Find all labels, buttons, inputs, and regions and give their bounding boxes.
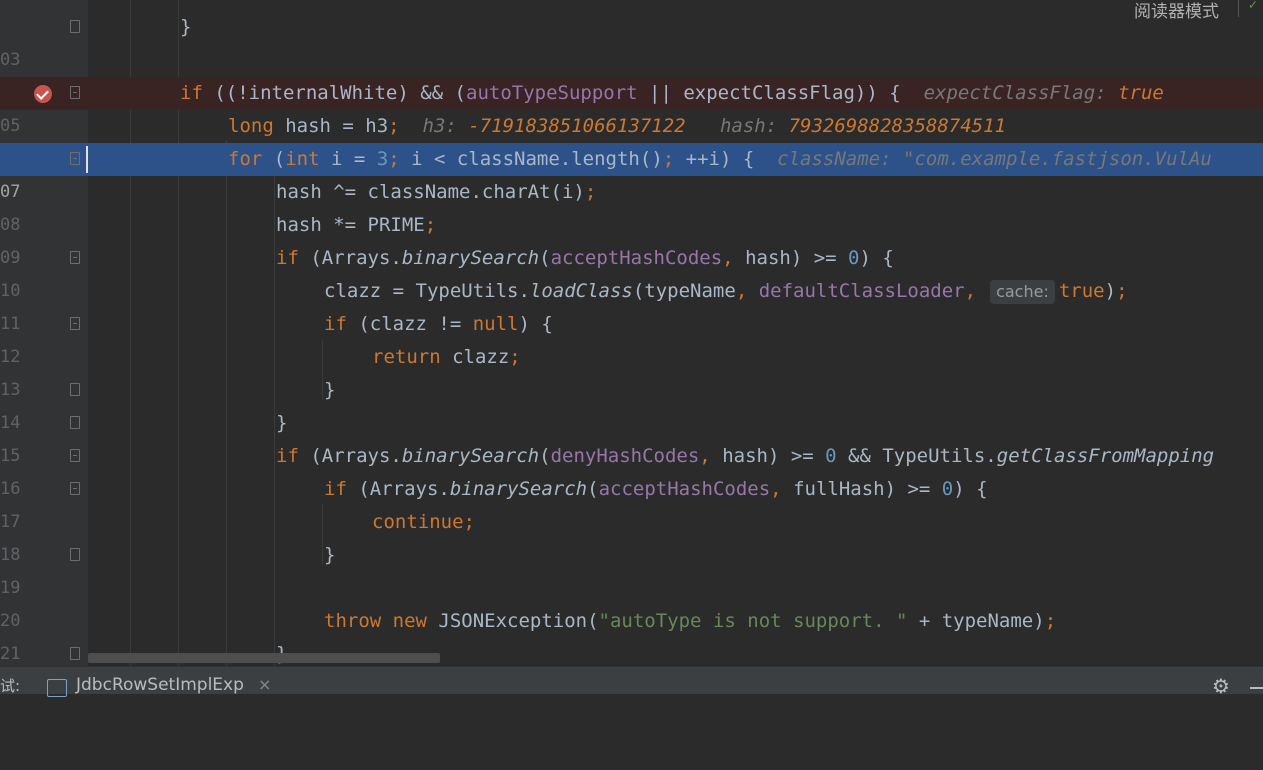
code-line[interactable]: 17 if (Arrays.binarySearch(acceptHashCod…	[0, 473, 1263, 532]
fold-icon[interactable]	[70, 86, 80, 99]
hint-hash-value: 7932698828358874511	[788, 115, 1006, 137]
code-line-breakpoint[interactable]: 05 if ((!internalWhite) && (autoTypeSupp…	[0, 77, 1263, 136]
code-line[interactable]: 09 hash *= PRIME;	[0, 209, 1263, 268]
code-line[interactable]: 21 throw new JSONException("autoType is …	[0, 605, 1263, 664]
code-text: }	[324, 379, 336, 401]
parameter-hint-chip: cache:	[990, 280, 1055, 304]
fold-icon[interactable]	[70, 647, 80, 660]
code-text: }	[180, 16, 192, 38]
code-text: hash ^= className.charAt(i);	[276, 181, 597, 203]
code-text: if (Arrays.binarySearch(acceptHashCodes,…	[276, 247, 894, 269]
code-text: if (Arrays.binarySearch(acceptHashCodes,…	[324, 478, 988, 500]
class-file-icon	[47, 679, 67, 697]
code-line[interactable]: 11 clazz = TypeUtils.loadClass(typeName,…	[0, 275, 1263, 334]
code-line[interactable]: 08 hash ^= className.charAt(i);	[0, 176, 1263, 235]
tab-jdbcrowsetimplexp[interactable]: JdbcRowSetImplExp	[76, 675, 244, 695]
code-line[interactable]: 10 if (Arrays.binarySearch(acceptHashCod…	[0, 242, 1263, 301]
minimize-icon[interactable]	[1250, 687, 1263, 689]
code-line[interactable]: 15 }	[0, 407, 1263, 466]
code-text: if (clazz != null) {	[324, 313, 553, 335]
code-line[interactable]: 20	[0, 572, 1263, 631]
debug-toolbar: 试: JdbcRowSetImplExp × ⚙	[0, 666, 1263, 698]
code-line[interactable]: 04	[0, 44, 1263, 103]
fold-icon[interactable]	[70, 482, 80, 495]
horizontal-scrollbar[interactable]	[88, 653, 440, 663]
fold-icon[interactable]	[70, 449, 80, 462]
code-text: }	[276, 412, 288, 434]
code-line[interactable]: 13 return clazz;	[0, 341, 1263, 400]
fold-icon[interactable]	[70, 20, 80, 33]
code-line[interactable]: 16 if (Arrays.binarySearch(denyHashCodes…	[0, 440, 1263, 499]
breakpoint-icon[interactable]	[34, 85, 52, 103]
fold-icon[interactable]	[70, 152, 80, 165]
code-text: }	[324, 544, 336, 566]
fold-icon[interactable]	[70, 383, 80, 396]
fold-icon[interactable]	[70, 251, 80, 264]
code-text: for (int i = 3; i < className.length(); …	[228, 148, 1212, 170]
settings-gear-icon[interactable]: ⚙	[1212, 674, 1230, 698]
code-line[interactable]: 14 }	[0, 374, 1263, 433]
code-line[interactable]: 03 }	[0, 11, 1263, 70]
code-text: throw new JSONException("autoType is not…	[324, 610, 1057, 632]
code-text: if (Arrays.binarySearch(denyHashCodes, h…	[276, 445, 1215, 467]
fold-icon[interactable]	[70, 416, 80, 429]
fold-icon[interactable]	[70, 317, 80, 330]
code-text: long hash = h3; h3: -719183851066137122 …	[228, 115, 1006, 137]
code-line[interactable]: 19 }	[0, 539, 1263, 598]
text-caret	[86, 146, 88, 173]
code-line[interactable]: 18 continue;	[0, 506, 1263, 565]
code-text: if ((!internalWhite) && (autoTypeSupport…	[180, 82, 1164, 104]
hint-classname-value: "com.example.fastjson.VulAu	[903, 148, 1212, 170]
code-text: hash *= PRIME;	[276, 214, 437, 236]
code-line-current[interactable]: 07 for (int i = 3; i < className.length(…	[0, 143, 1263, 202]
code-text: clazz = TypeUtils.loadClass(typeName, de…	[324, 280, 1128, 304]
code-line[interactable]: 12 if (clazz != null) {	[0, 308, 1263, 367]
fold-icon[interactable]	[70, 548, 80, 561]
code-line[interactable]: 06 long hash = h3; h3: -7191838510661371…	[0, 110, 1263, 169]
close-icon[interactable]: ×	[258, 675, 271, 694]
code-text: continue;	[372, 511, 475, 533]
code-text: return clazz;	[372, 346, 521, 368]
hint-h3-value: -719183851066137122	[468, 115, 686, 137]
